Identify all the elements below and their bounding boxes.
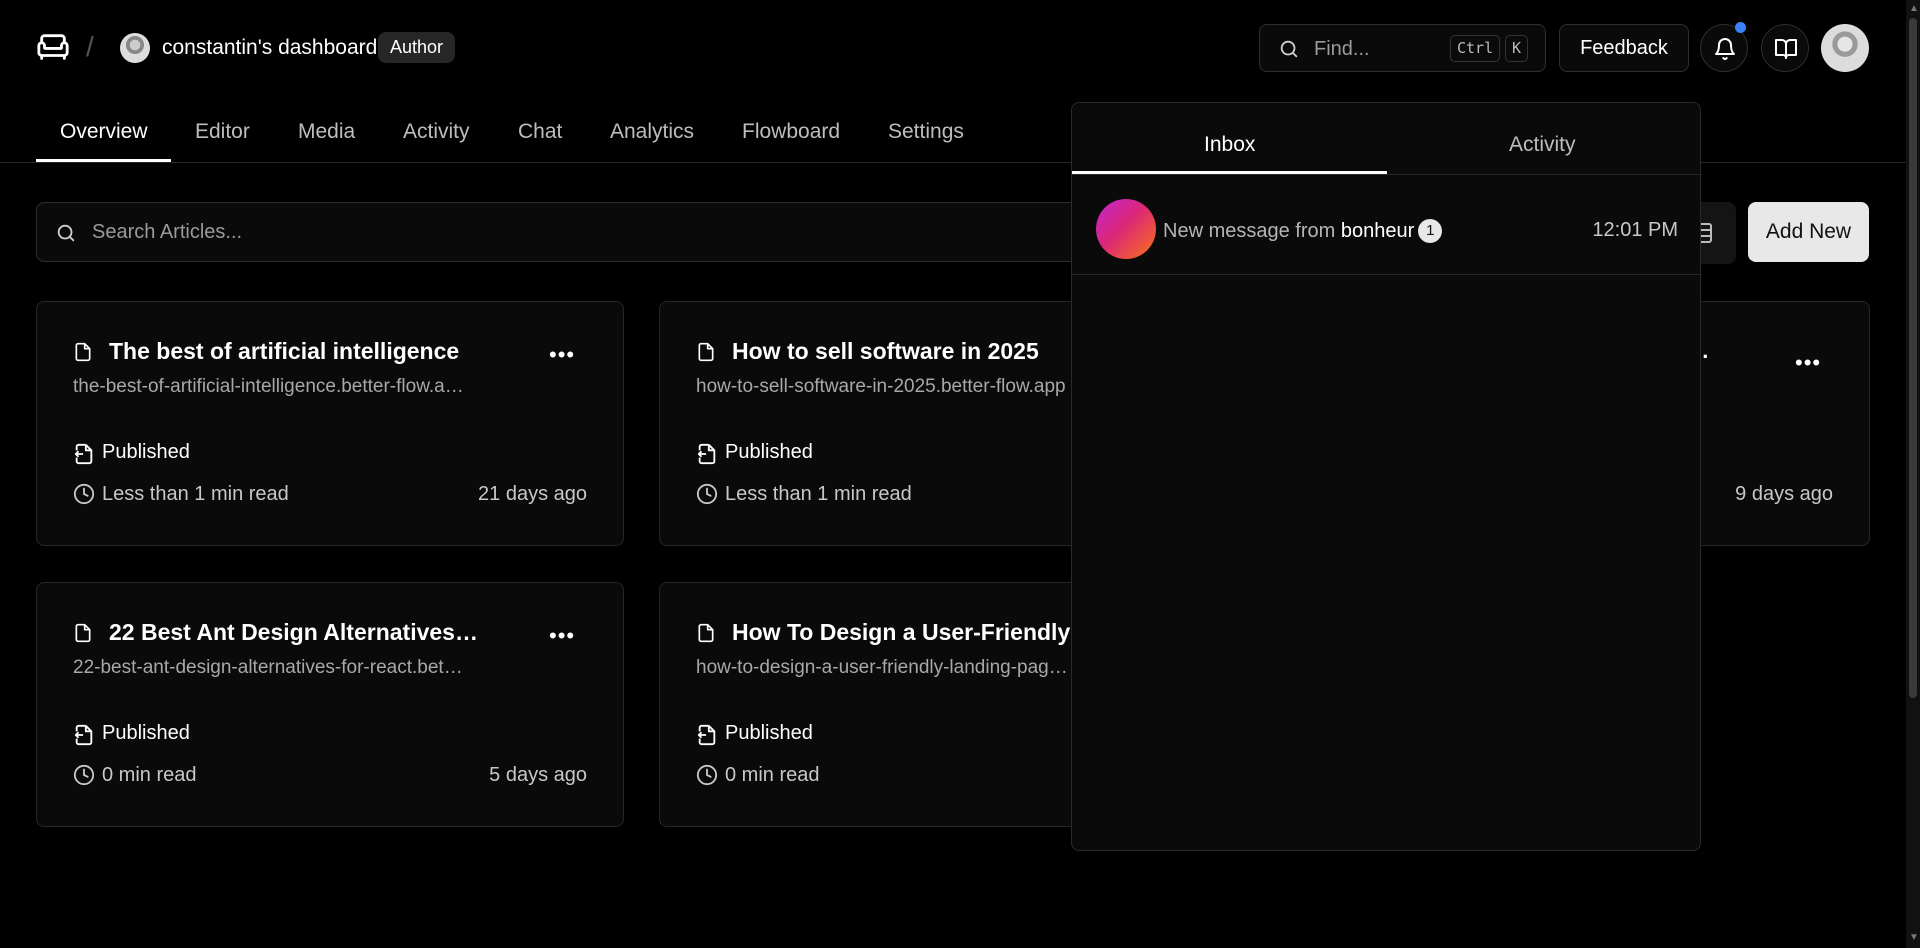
article-status: Published xyxy=(725,722,813,744)
notification-indicator xyxy=(1735,22,1746,33)
tab-media[interactable]: Media xyxy=(298,120,355,144)
article-status: Published xyxy=(102,722,190,744)
notification-sender: bonheur xyxy=(1340,220,1415,242)
article-status: Published xyxy=(725,441,813,463)
file-icon xyxy=(698,342,714,362)
ellipsis-icon[interactable]: ••• xyxy=(549,623,575,649)
tab-overview[interactable]: Overview xyxy=(60,120,148,144)
tab-inbox[interactable]: Inbox xyxy=(1204,133,1255,157)
article-title[interactable]: The best of artificial intelligence xyxy=(109,338,459,365)
tab-flowboard[interactable]: Flowboard xyxy=(742,120,840,144)
tab-editor[interactable]: Editor xyxy=(195,120,250,144)
search-icon xyxy=(57,224,75,242)
article-age: 21 days ago xyxy=(478,483,587,505)
tab-chat[interactable]: Chat xyxy=(518,120,562,144)
file-export-icon xyxy=(697,724,716,746)
article-status: Published xyxy=(102,441,190,463)
top-bar: / constantin's dashboard Author Find... … xyxy=(0,0,1920,96)
docs-button[interactable] xyxy=(1761,24,1809,72)
article-slug: the-best-of-artificial-intelligence.bett… xyxy=(73,376,465,397)
ellipsis-icon[interactable]: ••• xyxy=(549,342,575,368)
global-search[interactable]: Find... Ctrl K xyxy=(1259,24,1546,72)
article-slug: how-to-sell-software-in-2025.better-flow… xyxy=(696,376,1066,397)
notification-text: New message from bonheur 1 xyxy=(1163,219,1443,243)
article-title[interactable]: 22 Best Ant Design Alternatives for Reac… xyxy=(109,619,484,646)
workspace-avatar[interactable] xyxy=(120,33,150,63)
clock-icon xyxy=(696,483,718,505)
file-icon xyxy=(75,623,91,643)
notification-prefix: New message from xyxy=(1163,220,1336,242)
scroll-down-arrow-icon[interactable]: ▼ xyxy=(1909,932,1919,943)
article-search-input[interactable]: Search Articles... xyxy=(36,202,1102,262)
article-card[interactable]: 22 Best Ant Design Alternatives for Reac… xyxy=(36,582,624,827)
file-export-icon xyxy=(74,724,93,746)
shortcut-key-ctrl: Ctrl xyxy=(1450,35,1501,62)
article-age: 5 days ago xyxy=(489,764,587,786)
article-read-time: Less than 1 min read xyxy=(725,483,912,505)
book-open-icon xyxy=(1775,39,1797,59)
notification-time: 12:01 PM xyxy=(1592,219,1678,241)
tab-activity-feed[interactable]: Activity xyxy=(1509,133,1576,157)
clock-icon xyxy=(696,764,718,786)
scrollbar-thumb[interactable] xyxy=(1909,18,1917,698)
scroll-up-arrow-icon[interactable]: ▲ xyxy=(1909,3,1919,14)
user-avatar[interactable] xyxy=(1821,24,1869,72)
clock-icon xyxy=(73,764,95,786)
active-tab-indicator xyxy=(36,159,171,162)
article-title[interactable]: How to sell software in 2025 xyxy=(732,338,1039,365)
file-icon xyxy=(698,623,714,643)
file-icon xyxy=(75,342,91,362)
article-search-placeholder: Search Articles... xyxy=(92,221,243,243)
sofa-icon[interactable] xyxy=(36,30,70,64)
sender-avatar xyxy=(1096,199,1156,259)
role-badge: Author xyxy=(378,32,456,63)
article-slug: how-to-design-a-user-friendly-landing-pa… xyxy=(696,657,1076,678)
notification-item[interactable]: New message from bonheur 1 12:01 PM xyxy=(1072,175,1702,275)
notifications-popover: Inbox Activity New message from bonheur 1… xyxy=(1071,102,1702,851)
article-read-time: 0 min read xyxy=(725,764,820,786)
article-age: 9 days ago xyxy=(1735,483,1833,505)
tab-settings[interactable]: Settings xyxy=(888,120,964,144)
tab-analytics[interactable]: Analytics xyxy=(610,120,694,144)
file-export-icon xyxy=(697,443,716,465)
clock-icon xyxy=(73,483,95,505)
tab-activity[interactable]: Activity xyxy=(403,120,470,144)
article-card[interactable]: The best of artificial intelligence the-… xyxy=(36,301,624,546)
active-popover-tab-indicator xyxy=(1072,171,1387,174)
shortcut-key-k: K xyxy=(1505,35,1529,62)
article-read-time: Less than 1 min read xyxy=(102,483,289,505)
feedback-button[interactable]: Feedback xyxy=(1559,24,1689,72)
global-search-placeholder: Find... xyxy=(1314,38,1370,60)
article-read-time: 0 min read xyxy=(102,764,197,786)
unread-count-badge: 1 xyxy=(1418,219,1443,243)
workspace-name[interactable]: constantin's dashboard xyxy=(162,36,377,60)
ellipsis-icon[interactable]: ••• xyxy=(1795,350,1821,376)
bell-icon xyxy=(1715,38,1735,60)
article-slug: 22-best-ant-design-alternatives-for-reac… xyxy=(73,657,465,678)
search-icon xyxy=(1280,40,1298,58)
add-new-button[interactable]: Add New xyxy=(1748,202,1869,262)
breadcrumb-separator: / xyxy=(86,31,94,62)
file-export-icon xyxy=(74,443,93,465)
